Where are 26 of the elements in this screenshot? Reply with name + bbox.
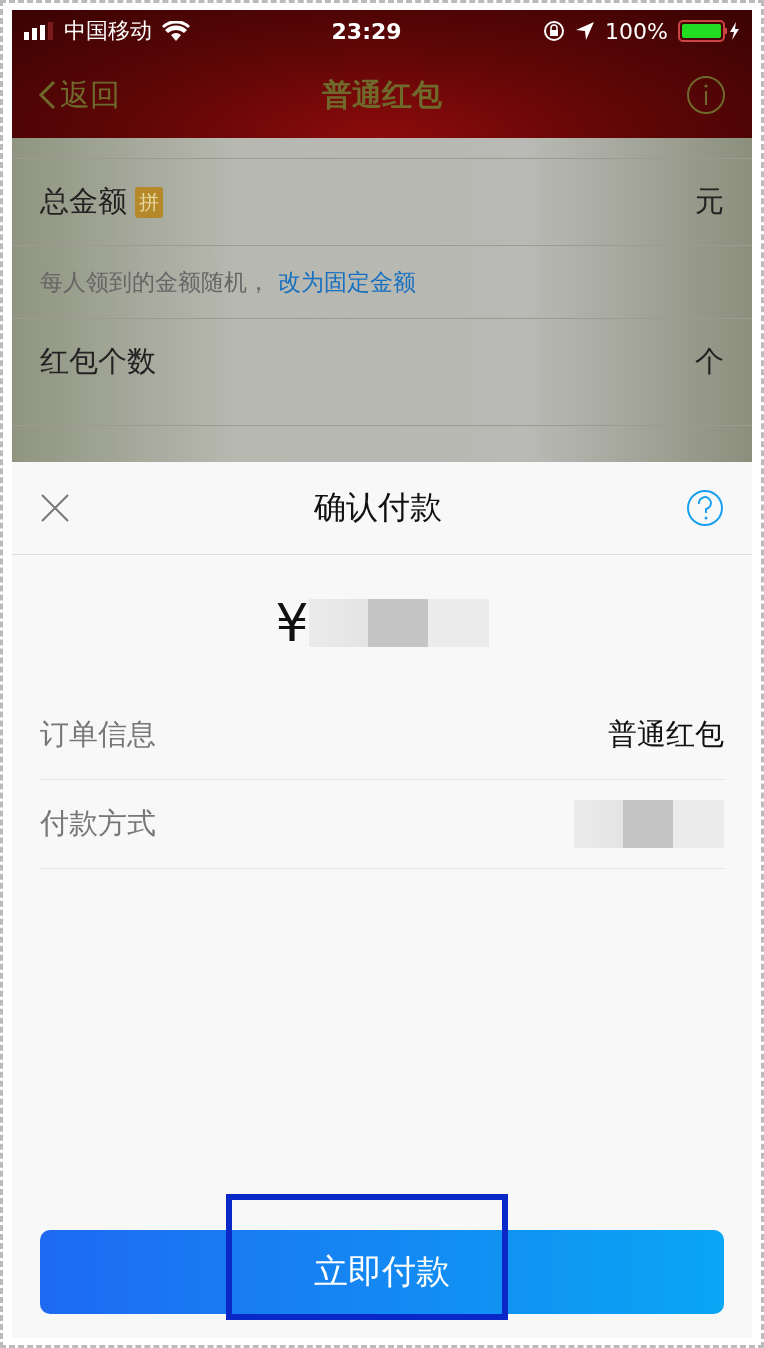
rotation-lock-icon (543, 20, 566, 42)
status-time: 23:29 (331, 18, 402, 44)
row-value: 普通红包 (608, 716, 724, 753)
group-tag: 拼 (135, 186, 163, 218)
wifi-icon (162, 21, 190, 41)
row-label: 付款方式 (40, 805, 156, 842)
currency-sign: ¥ (275, 593, 309, 653)
close-icon[interactable] (40, 493, 70, 523)
fixed-amount-link[interactable]: 改为固定金额 (278, 268, 416, 295)
info-icon[interactable] (686, 75, 726, 115)
carrier-name: 中国移动 (64, 17, 152, 45)
dialog-title: 确认付款 (314, 487, 442, 528)
back-chevron-icon (38, 80, 56, 110)
pay-now-button[interactable]: 立即付款 (40, 1230, 724, 1314)
field-label: 总金额 (40, 183, 127, 220)
help-icon[interactable] (686, 489, 724, 527)
page-title: 普通红包 (322, 75, 442, 114)
unit-label: 元 (695, 183, 724, 220)
signal-icon (24, 22, 54, 40)
location-arrow-icon (575, 21, 596, 41)
unit-label: 个 (695, 343, 724, 380)
back-button[interactable]: 返回 (38, 74, 120, 116)
row-label: 订单信息 (40, 716, 156, 753)
battery-charging-icon (678, 20, 740, 42)
battery-percent: 100% (605, 18, 668, 44)
field-label: 红包个数 (40, 343, 156, 380)
